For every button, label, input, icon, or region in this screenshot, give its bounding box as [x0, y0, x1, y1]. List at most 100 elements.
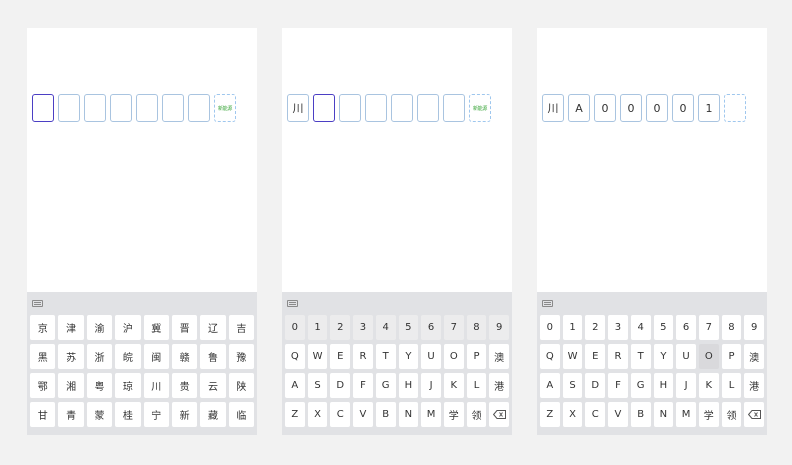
key[interactable]: C — [585, 402, 606, 427]
plate-cell-1[interactable]: 川 — [287, 94, 309, 122]
key[interactable]: W — [562, 344, 583, 369]
key[interactable]: E — [330, 344, 351, 369]
plate-cell-1[interactable] — [32, 94, 54, 122]
key[interactable]: N — [398, 402, 419, 427]
plate-cell-new-energy[interactable] — [724, 94, 746, 122]
plate-cell-1[interactable]: 川 — [542, 94, 564, 122]
key[interactable]: F — [608, 373, 628, 398]
key[interactable]: D — [585, 373, 606, 398]
plate-cell-6[interactable] — [162, 94, 184, 122]
key[interactable]: P — [721, 344, 742, 369]
plate-cell-7[interactable] — [188, 94, 210, 122]
key[interactable]: M — [676, 402, 696, 427]
key[interactable]: 冀 — [143, 315, 169, 340]
delete-key[interactable] — [489, 402, 510, 427]
key[interactable]: 闽 — [143, 344, 169, 369]
key[interactable]: 新 — [171, 402, 198, 427]
key[interactable]: 学 — [443, 402, 464, 427]
key[interactable]: 宁 — [143, 402, 169, 427]
key[interactable]: A — [285, 373, 305, 398]
key[interactable]: 8 — [466, 315, 487, 340]
key[interactable]: 鄂 — [30, 373, 56, 398]
key[interactable]: 甘 — [30, 402, 56, 427]
plate-cell-new-energy[interactable]: 新能源 — [469, 94, 491, 122]
key[interactable]: 领 — [466, 402, 487, 427]
plate-cell-2[interactable]: A — [568, 94, 590, 122]
key[interactable]: C — [330, 402, 351, 427]
keyboard-icon[interactable] — [32, 300, 43, 307]
key[interactable]: 川 — [143, 373, 169, 398]
keyboard-icon[interactable] — [287, 300, 298, 307]
key[interactable]: 湘 — [58, 373, 84, 398]
key[interactable]: 赣 — [171, 344, 198, 369]
plate-cell-5[interactable] — [391, 94, 413, 122]
key[interactable]: 吉 — [228, 315, 254, 340]
key[interactable]: A — [540, 373, 560, 398]
key[interactable]: 领 — [721, 402, 742, 427]
key[interactable]: 鲁 — [200, 344, 226, 369]
key[interactable]: 临 — [228, 402, 254, 427]
key[interactable]: 澳 — [744, 344, 765, 369]
key[interactable]: Y — [653, 344, 674, 369]
key[interactable]: 5 — [398, 315, 419, 340]
key[interactable]: S — [562, 373, 583, 398]
key[interactable]: L — [466, 373, 487, 398]
key[interactable]: 0 — [285, 315, 305, 340]
key[interactable]: 7 — [698, 315, 719, 340]
plate-cell-4[interactable] — [110, 94, 132, 122]
key[interactable]: G — [375, 373, 396, 398]
key[interactable]: P — [466, 344, 487, 369]
delete-key[interactable] — [744, 402, 765, 427]
key[interactable]: Z — [540, 402, 560, 427]
plate-cell-5[interactable] — [136, 94, 158, 122]
key[interactable]: 港 — [744, 373, 765, 398]
plate-cell-6[interactable] — [417, 94, 439, 122]
key[interactable]: K — [698, 373, 719, 398]
key[interactable]: 浙 — [86, 344, 113, 369]
key[interactable]: 3 — [608, 315, 628, 340]
key[interactable]: X — [307, 402, 328, 427]
key[interactable]: 贵 — [171, 373, 198, 398]
key[interactable]: Z — [285, 402, 305, 427]
key[interactable]: 2 — [585, 315, 606, 340]
key[interactable]: H — [653, 373, 674, 398]
key[interactable]: 藏 — [200, 402, 226, 427]
key[interactable]: 5 — [653, 315, 674, 340]
key[interactable]: 1 — [307, 315, 328, 340]
plate-cell-new-energy[interactable]: 新能源 — [214, 94, 236, 122]
plate-cell-5[interactable]: 0 — [646, 94, 668, 122]
key[interactable]: 豫 — [228, 344, 254, 369]
key[interactable]: 澳 — [489, 344, 510, 369]
key[interactable]: 青 — [58, 402, 84, 427]
key[interactable]: 学 — [698, 402, 719, 427]
key[interactable]: 7 — [443, 315, 464, 340]
key[interactable]: 8 — [721, 315, 742, 340]
key[interactable]: 4 — [375, 315, 396, 340]
key[interactable]: Y — [398, 344, 419, 369]
key[interactable]: 粤 — [86, 373, 113, 398]
key[interactable]: B — [630, 402, 651, 427]
key[interactable]: 辽 — [200, 315, 226, 340]
key[interactable]: J — [421, 373, 441, 398]
key[interactable]: 2 — [330, 315, 351, 340]
key[interactable]: 晋 — [171, 315, 198, 340]
key[interactable]: 沪 — [115, 315, 141, 340]
key[interactable]: U — [421, 344, 441, 369]
plate-cell-3[interactable]: 0 — [594, 94, 616, 122]
key[interactable]: 苏 — [58, 344, 84, 369]
plate-cell-4[interactable]: 0 — [620, 94, 642, 122]
key[interactable]: T — [630, 344, 651, 369]
key[interactable]: 9 — [489, 315, 510, 340]
key[interactable]: V — [353, 402, 373, 427]
key[interactable]: 蒙 — [86, 402, 113, 427]
key[interactable]: X — [562, 402, 583, 427]
key[interactable]: W — [307, 344, 328, 369]
key[interactable]: L — [721, 373, 742, 398]
key[interactable]: U — [676, 344, 696, 369]
key[interactable]: 京 — [30, 315, 56, 340]
key[interactable]: 0 — [540, 315, 560, 340]
plate-cell-2[interactable] — [58, 94, 80, 122]
key[interactable]: M — [421, 402, 441, 427]
key[interactable]: E — [585, 344, 606, 369]
plate-cell-7[interactable] — [443, 94, 465, 122]
